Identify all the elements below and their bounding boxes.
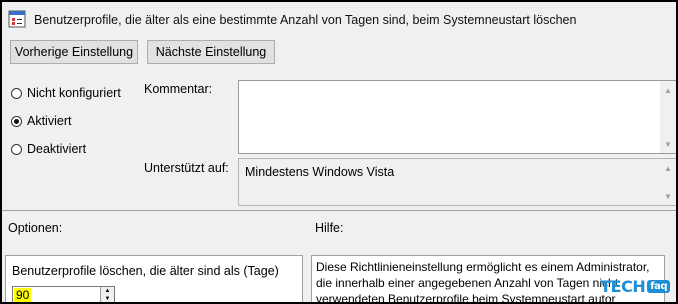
- spin-up-icon[interactable]: ▲: [101, 287, 114, 295]
- logo-brand: TECH: [600, 277, 646, 296]
- spin-buttons[interactable]: ▲ ▼: [100, 287, 114, 302]
- options-panel: Benutzerprofile löschen, die älter sind …: [5, 255, 303, 302]
- help-text-line: Diese Richtlinieneinstellung ermöglicht …: [316, 260, 650, 274]
- scroll-down-icon[interactable]: ▼: [660, 188, 676, 204]
- spin-down-icon[interactable]: ▼: [101, 295, 114, 302]
- techfaq-logo: TECH faq: [600, 277, 670, 296]
- supported-on-value: Mindestens Windows Vista: [245, 165, 395, 179]
- supported-scrollbar[interactable]: ▲ ▼: [660, 159, 676, 205]
- previous-setting-button[interactable]: Vorherige Einstellung: [10, 40, 138, 64]
- days-spinbox[interactable]: 90 ▲ ▼: [12, 286, 115, 302]
- policy-setting-window: Benutzerprofile, die älter als eine best…: [0, 0, 678, 304]
- section-divider: [2, 210, 676, 211]
- comment-textbox[interactable]: ▲ ▼: [238, 80, 676, 154]
- radio-label: Deaktiviert: [27, 142, 87, 156]
- radio-enabled[interactable]: Aktiviert: [11, 114, 71, 128]
- radio-circle-selected[interactable]: [11, 115, 22, 127]
- radio-not-configured[interactable]: Nicht konfiguriert: [11, 86, 121, 100]
- supported-on-label: Unterstützt auf:: [144, 161, 229, 175]
- policy-settings-icon: [8, 10, 26, 28]
- options-heading: Optionen:: [8, 221, 63, 235]
- radio-label: Aktiviert: [27, 114, 72, 128]
- next-setting-button[interactable]: Nächste Einstellung: [147, 40, 275, 64]
- help-heading: Hilfe:: [315, 221, 344, 235]
- comment-label: Kommentar:: [144, 82, 213, 96]
- radio-circle[interactable]: [11, 87, 22, 99]
- radio-disabled[interactable]: Deaktiviert: [11, 142, 86, 156]
- comment-scrollbar[interactable]: ▲ ▼: [660, 81, 676, 153]
- scroll-up-icon[interactable]: ▲: [660, 82, 676, 98]
- scroll-up-icon[interactable]: ▲: [660, 160, 676, 176]
- window-title: Benutzerprofile, die älter als eine best…: [34, 13, 577, 27]
- scroll-down-icon[interactable]: ▼: [660, 136, 676, 152]
- days-value[interactable]: 90: [14, 288, 32, 302]
- radio-circle[interactable]: [11, 143, 22, 155]
- radio-label: Nicht konfiguriert: [27, 86, 121, 100]
- days-field-label: Benutzerprofile löschen, die älter sind …: [12, 264, 279, 278]
- supported-on-box: Mindestens Windows Vista ▲ ▼: [238, 158, 676, 206]
- logo-suffix: faq: [647, 280, 670, 293]
